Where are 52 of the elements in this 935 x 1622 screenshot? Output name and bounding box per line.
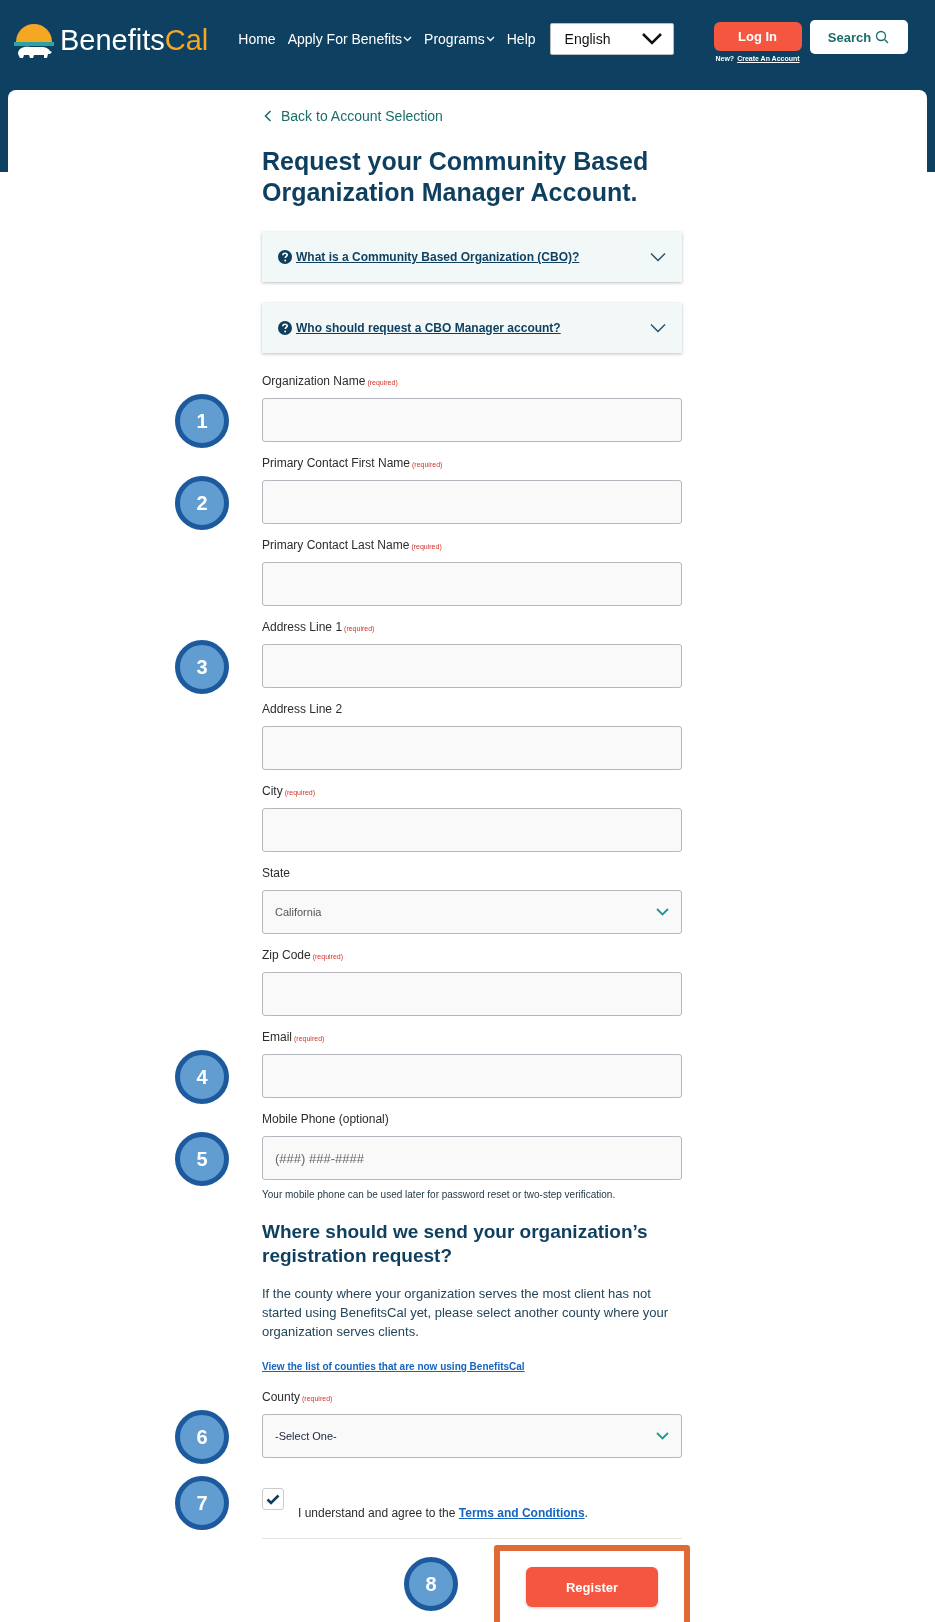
site-logo-text[interactable]: BenefitsCal xyxy=(60,23,209,57)
back-link[interactable]: Back to Account Selection xyxy=(264,108,682,124)
input-field[interactable] xyxy=(262,1054,682,1098)
chevron-down-icon xyxy=(656,1432,669,1440)
nav-link[interactable]: Apply For Benefits xyxy=(287,31,413,47)
chevron-down-icon xyxy=(656,908,669,916)
field-label: Mobile Phone (optional) xyxy=(262,1112,390,1128)
input-field[interactable] xyxy=(262,398,682,442)
help-text: Your mobile phone can be used later for password reset or two-step verification. xyxy=(262,1189,617,1200)
field-label: Address Line 2 xyxy=(262,702,344,718)
step-number-badge: 5 xyxy=(175,1132,229,1186)
input-field[interactable] xyxy=(262,562,682,606)
step-number-badge: 4 xyxy=(175,1050,229,1104)
step-number-badge: 2 xyxy=(175,476,229,530)
search-icon xyxy=(875,30,890,44)
chevron-down-icon xyxy=(640,32,663,46)
search-button[interactable]: Search xyxy=(809,20,908,54)
language-select[interactable]: English xyxy=(549,23,674,55)
field-label: State xyxy=(262,866,292,882)
counties-link[interactable]: View the list of counties that are now using BenefitsCal xyxy=(262,1361,682,1372)
accordion-header[interactable]: What is a Community Based Organization (CBO)? xyxy=(262,232,682,282)
agree-text: I understand and agree to the Terms and Conditions. xyxy=(298,1506,588,1522)
terms-link[interactable]: Terms and Conditions xyxy=(458,1506,585,1520)
step-number-badge: 7 xyxy=(175,1476,229,1530)
section-text: If the county where your organization serves the most client has not started using BenefitsCal yet, please select another county where your organization serves clients. xyxy=(262,1285,670,1341)
agree-checkbox[interactable] xyxy=(262,1488,284,1510)
step-number-badge: 3 xyxy=(175,640,229,694)
input-field[interactable] xyxy=(262,644,682,688)
input-field[interactable] xyxy=(262,480,682,524)
input-field[interactable]: (###) ###-#### xyxy=(262,1136,682,1180)
help-icon xyxy=(278,321,292,335)
help-icon xyxy=(278,250,292,264)
caret-icon xyxy=(485,36,495,42)
step-number-badge: 1 xyxy=(175,394,229,448)
chevron-down-icon xyxy=(650,252,666,262)
caret-icon xyxy=(403,36,413,42)
county-select[interactable]: -Select One- xyxy=(262,1414,682,1458)
step-number-badge: 6 xyxy=(175,1410,229,1464)
step-number-badge: 8 xyxy=(404,1557,458,1611)
input-field[interactable] xyxy=(262,726,682,770)
section-heading: Where should we send your organization’s registration request? xyxy=(262,1220,649,1268)
input-field[interactable] xyxy=(262,808,682,852)
chevron-left-icon xyxy=(264,110,272,122)
accordion-header[interactable]: Who should request a CBO Manager account? xyxy=(262,303,682,353)
nav-link[interactable]: Programs xyxy=(424,31,495,47)
chevron-down-icon xyxy=(650,323,666,333)
input-field[interactable] xyxy=(262,972,682,1016)
page-title: Request your Community Based Organization Manager Account. xyxy=(262,146,650,208)
nav-link[interactable]: Home xyxy=(238,31,276,47)
checkmark-icon xyxy=(266,1493,280,1505)
select-field[interactable]: California xyxy=(262,890,682,934)
nav-link[interactable]: Help xyxy=(506,31,536,47)
